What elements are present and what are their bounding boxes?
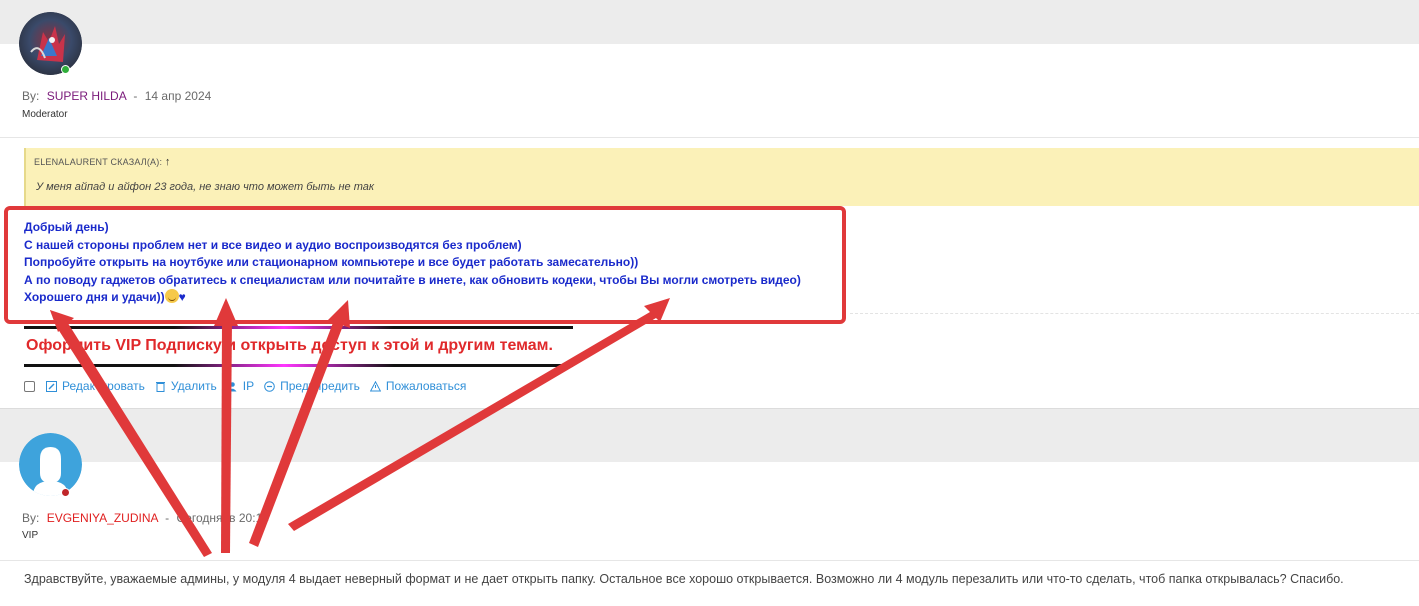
post-date[interactable]: 14 апр 2024 bbox=[145, 89, 212, 103]
edit-label: Редактировать bbox=[62, 379, 145, 393]
report-label: Пожаловаться bbox=[385, 379, 467, 393]
quote-block: ELENALAURENT СКАЗАЛ(А): ↑ У меня айпад и… bbox=[24, 148, 1419, 206]
by-label: By: bbox=[22, 511, 40, 525]
post-author-meta: By: EVGENIYA_ZUDINA - Сегодня, в 20:15 bbox=[22, 511, 269, 525]
post-header-band bbox=[0, 0, 1419, 44]
quote-header: ELENALAURENT СКАЗАЛ(А): ↑ bbox=[34, 156, 171, 168]
trash-icon bbox=[155, 381, 165, 392]
forum-page: By: SUPER HILDA - 14 апр 2024 Moderator … bbox=[0, 0, 1419, 606]
online-status-dot bbox=[61, 65, 70, 74]
warn-button[interactable]: Предупредить bbox=[264, 379, 360, 393]
banner-glow-top bbox=[174, 326, 394, 329]
warn-label: Предупредить bbox=[280, 379, 360, 393]
edit-button[interactable]: Редактировать bbox=[46, 379, 145, 393]
post-author-meta: By: SUPER HILDA - 14 апр 2024 bbox=[22, 89, 211, 103]
dashed-divider bbox=[850, 313, 1419, 314]
delete-label: Удалить bbox=[170, 379, 217, 393]
user-icon bbox=[228, 381, 237, 391]
post-header-band bbox=[0, 408, 1419, 462]
minus-circle-icon bbox=[264, 380, 275, 392]
red-highlight-box bbox=[4, 206, 846, 324]
post-divider bbox=[0, 137, 1419, 138]
ip-label: IP bbox=[242, 379, 255, 393]
avatar-evgeniya-zudina[interactable] bbox=[19, 433, 82, 496]
vip-banner-text[interactable]: Оформить VIP Подписку и открыть доступ к… bbox=[26, 337, 553, 355]
post-actions: Редактировать Удалить IP Предупредить По… bbox=[24, 379, 476, 393]
quote-text: У меня айпад и айфон 23 года, не знаю чт… bbox=[36, 181, 375, 193]
ip-button[interactable]: IP bbox=[227, 379, 254, 393]
post-body-text: Здравствуйте, уважаемые админы, у модуля… bbox=[24, 572, 1344, 586]
user-role: VIP bbox=[22, 530, 39, 541]
username-link[interactable]: SUPER HILDA bbox=[47, 89, 126, 103]
vip-banner[interactable]: Оформить VIP Подписку и открыть доступ к… bbox=[24, 326, 573, 367]
report-button[interactable]: Пожаловаться bbox=[369, 379, 467, 393]
by-label: By: bbox=[22, 89, 40, 103]
banner-glow-bottom bbox=[174, 364, 394, 367]
warning-triangle-icon bbox=[369, 380, 381, 391]
select-post-checkbox[interactable] bbox=[24, 380, 35, 392]
user-role: Moderator bbox=[22, 109, 68, 120]
date-separator: - bbox=[133, 89, 138, 103]
delete-button[interactable]: Удалить bbox=[155, 379, 217, 393]
avatar-super-hilda[interactable] bbox=[19, 12, 82, 75]
edit-icon bbox=[46, 380, 57, 392]
username-link[interactable]: EVGENIYA_ZUDINA bbox=[47, 511, 158, 525]
post-divider bbox=[0, 560, 1419, 561]
quote-author: ELENALAURENT СКАЗАЛ(А): bbox=[34, 157, 163, 167]
date-separator: - bbox=[165, 511, 170, 525]
post-date[interactable]: Сегодня, в 20:15 bbox=[177, 511, 269, 525]
go-to-quote-arrow-icon[interactable]: ↑ bbox=[165, 156, 171, 168]
offline-status-dot bbox=[61, 488, 70, 497]
